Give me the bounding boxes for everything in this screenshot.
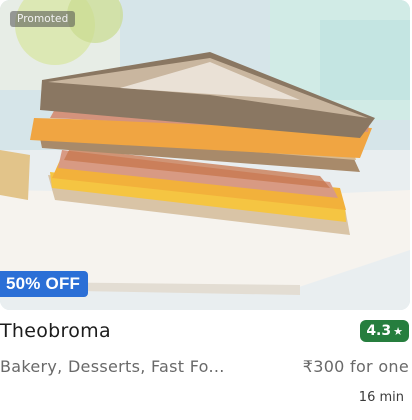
price-for-one: ₹300 for one xyxy=(302,357,409,376)
promoted-badge: Promoted xyxy=(10,11,76,27)
sandwich-photo xyxy=(0,0,410,310)
offer-badge: 50% OFF xyxy=(0,271,89,297)
restaurant-name[interactable]: Theobroma xyxy=(0,320,111,342)
star-icon: ★ xyxy=(393,324,403,338)
restaurant-image[interactable]: Promoted 50% OFF xyxy=(0,0,410,310)
delivery-time: 16 min xyxy=(358,390,404,405)
rating-value: 4.3 xyxy=(366,323,392,339)
rating-badge: 4.3 ★ xyxy=(360,320,409,342)
restaurant-card[interactable]: Promoted 50% OFF Theobroma 4.3 ★ Bakery,… xyxy=(0,0,412,420)
cuisine-list: Bakery, Desserts, Fast Fo... xyxy=(0,357,225,376)
